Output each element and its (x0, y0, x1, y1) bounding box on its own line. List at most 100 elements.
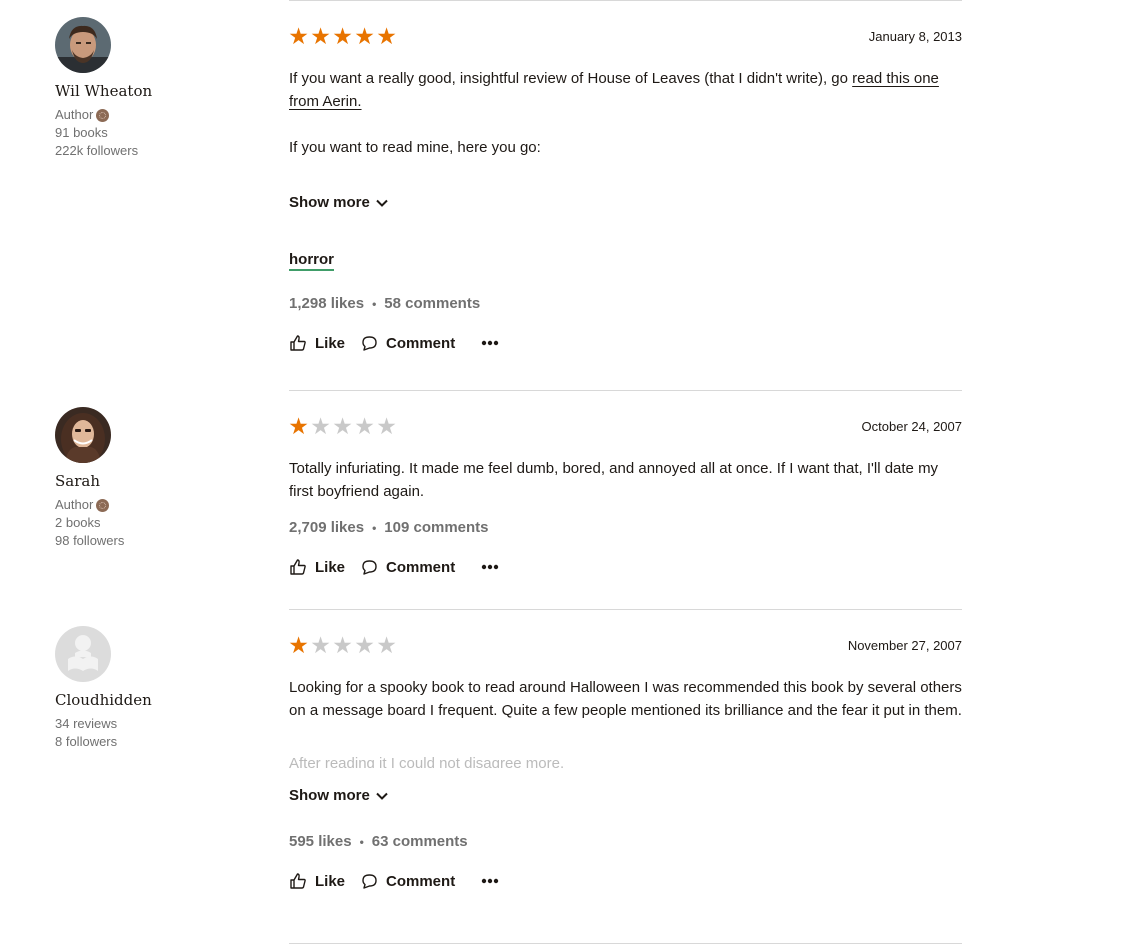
review-date[interactable]: November 27, 2007 (848, 638, 962, 653)
star-empty-icon: ★ (310, 413, 331, 439)
review-content: ★ ★ ★ ★ ★ October 24, 2007 Totally infuriati… (287, 407, 962, 576)
rating-stars: ★ ★ ★ ★ ★ (287, 23, 397, 49)
comments-count[interactable]: 63 comments (372, 833, 468, 850)
reviewer-followers: 8 followers (55, 734, 118, 749)
author-text: Author (55, 107, 94, 122)
review-faded-text: After reading it I could not disagree mo… (289, 755, 565, 768)
rating-stars: ★ ★ ★ ★ ★ (287, 632, 397, 658)
separator-dot: • (372, 520, 377, 535)
avatar[interactable] (55, 17, 111, 73)
more-dots-icon (481, 564, 499, 570)
review-content: ★ ★ ★ ★ ★ November 27, 2007 Looking for a sp… (287, 626, 962, 890)
review-content: ★ ★ ★ ★ ★ January 8, 2013 If you want a real… (287, 17, 962, 352)
author-badge-icon (96, 498, 110, 512)
review-date[interactable]: January 8, 2013 (869, 29, 962, 44)
show-more-label: Show more (289, 194, 370, 211)
shelf-tag[interactable]: horror (289, 251, 334, 271)
star-empty-icon: ★ (332, 632, 353, 658)
chevron-down-icon (376, 199, 388, 207)
review-actions: Like Comment (289, 558, 962, 576)
comment-button[interactable]: Comment (361, 873, 455, 890)
reviewer-followers: 98 followers (55, 533, 125, 548)
comment-button[interactable]: Comment (361, 559, 455, 576)
star-filled-icon: ★ (288, 23, 309, 49)
star-filled-icon: ★ (376, 23, 397, 49)
reviewer-name[interactable]: Cloudhidden (55, 690, 255, 710)
reviewer-books: 91 books (55, 125, 108, 140)
star-filled-icon: ★ (332, 23, 353, 49)
star-empty-icon: ★ (310, 632, 331, 658)
comment-button[interactable]: Comment (361, 335, 455, 352)
like-label: Like (315, 334, 346, 352)
rating-stars: ★ ★ ★ ★ ★ (287, 413, 397, 439)
star-filled-icon: ★ (288, 632, 309, 658)
more-options-button[interactable] (481, 564, 499, 570)
review-paragraph: If you want to read mine, here you go: (289, 139, 541, 156)
show-more-button[interactable]: Show more (289, 787, 962, 804)
reviewer-info: Sarah Author 2 books 98 followers (55, 407, 255, 550)
like-label: Like (315, 558, 346, 576)
reviewer-name[interactable]: Sarah (55, 471, 255, 491)
like-button[interactable]: Like (289, 334, 345, 352)
likes-count[interactable]: 2,709 likes (289, 519, 364, 536)
review-divider (289, 609, 962, 610)
comment-icon (362, 873, 377, 889)
review-text-part: If you want a really good, insightful re… (289, 70, 853, 87)
review-paragraph: Looking for a spooky book to read around… (289, 679, 962, 719)
review-text: Looking for a spooky book to read around… (289, 676, 962, 768)
reviewer-info: Wil Wheaton Author 91 books 222k followe… (55, 17, 255, 160)
comment-icon (362, 559, 377, 575)
reviewer-books: 2 books (55, 515, 101, 530)
review-paragraph: Totally infuriating. It made me feel dum… (289, 460, 939, 500)
review-stats: 2,709 likes • 109 comments (289, 519, 962, 536)
thumbs-up-icon (290, 335, 306, 351)
author-label: Author (55, 106, 255, 124)
like-button[interactable]: Like (289, 872, 345, 890)
thumbs-up-icon (290, 873, 306, 889)
star-empty-icon: ★ (354, 632, 375, 658)
star-empty-icon: ★ (354, 413, 375, 439)
review-actions: Like Comment (289, 872, 962, 890)
likes-count[interactable]: 1,298 likes (289, 295, 364, 312)
avatar[interactable] (55, 407, 111, 463)
star-filled-icon: ★ (288, 413, 309, 439)
more-options-button[interactable] (481, 878, 499, 884)
separator-dot: • (372, 296, 377, 311)
review-actions: Like Comment (289, 334, 962, 352)
more-dots-icon (481, 340, 499, 346)
reviewer-name[interactable]: Wil Wheaton (55, 81, 255, 101)
star-filled-icon: ★ (310, 23, 331, 49)
show-more-label: Show more (289, 787, 370, 804)
star-empty-icon: ★ (376, 413, 397, 439)
likes-count[interactable]: 595 likes (289, 833, 352, 850)
comments-count[interactable]: 58 comments (384, 295, 480, 312)
review-stats: 595 likes • 63 comments (289, 833, 962, 850)
like-button[interactable]: Like (289, 558, 345, 576)
comment-label: Comment (386, 558, 456, 576)
review-text: Totally infuriating. It made me feel dum… (289, 457, 962, 503)
star-empty-icon: ★ (376, 632, 397, 658)
comment-label: Comment (386, 872, 456, 890)
author-text: Author (55, 497, 94, 512)
author-badge-icon (96, 108, 110, 122)
like-label: Like (315, 872, 346, 890)
top-divider (289, 0, 962, 1)
avatar[interactable] (55, 626, 111, 682)
reviewer-followers: 222k followers (55, 143, 139, 158)
separator-dot: • (359, 834, 364, 849)
reviewer-info: Cloudhidden 34 reviews 8 followers (55, 626, 255, 751)
review-text: If you want a really good, insightful re… (289, 67, 962, 159)
reviewer-reviews: 34 reviews (55, 716, 118, 731)
more-options-button[interactable] (481, 340, 499, 346)
star-empty-icon: ★ (332, 413, 353, 439)
comments-count[interactable]: 109 comments (384, 519, 488, 536)
comment-icon (362, 335, 377, 351)
review-date[interactable]: October 24, 2007 (862, 419, 962, 434)
review-divider (289, 390, 962, 391)
show-more-button[interactable]: Show more (289, 194, 962, 211)
comment-label: Comment (386, 334, 456, 352)
review-stats: 1,298 likes • 58 comments (289, 295, 962, 312)
chevron-down-icon (376, 792, 388, 800)
author-label: Author (55, 496, 255, 514)
more-dots-icon (481, 878, 499, 884)
